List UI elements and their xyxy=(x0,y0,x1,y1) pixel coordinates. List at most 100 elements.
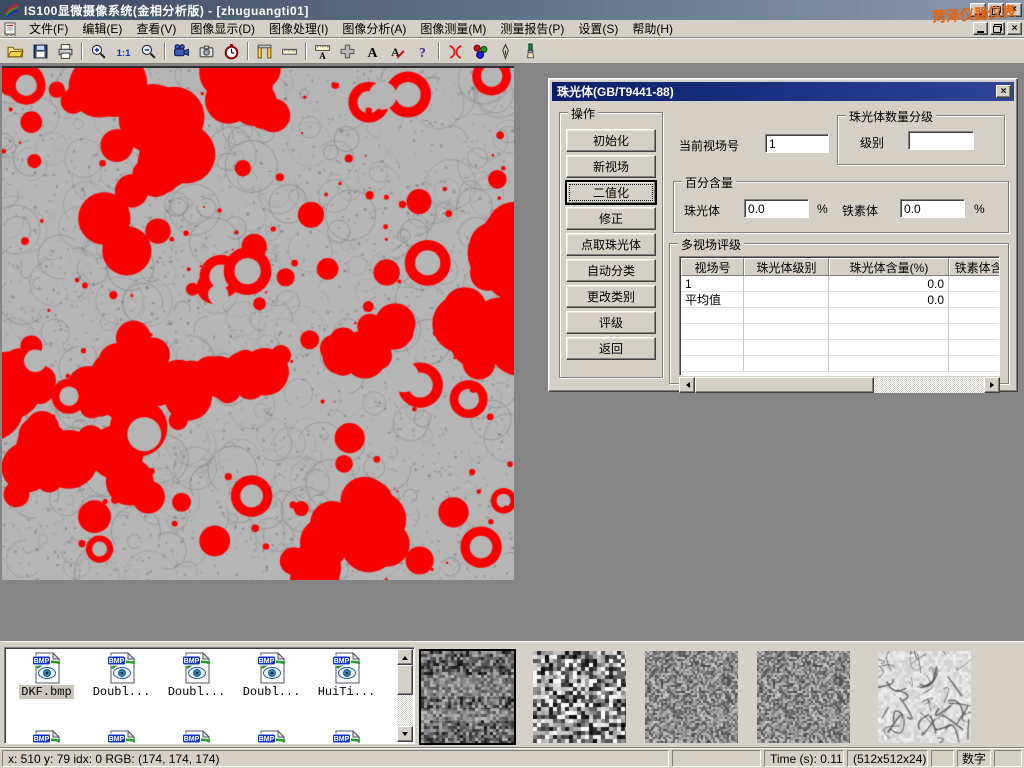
table-row[interactable]: 10.0 xyxy=(681,276,1000,292)
classify-balls-button[interactable] xyxy=(468,40,493,62)
svg-text:A: A xyxy=(319,50,326,59)
table-cell: 0.0 xyxy=(829,276,949,292)
document-icon[interactable] xyxy=(2,21,18,37)
op-button-8[interactable]: 评级 xyxy=(566,311,656,334)
menu-item-6[interactable]: 图像分析(A) xyxy=(335,21,413,37)
scrollbar-thumb[interactable] xyxy=(695,377,874,393)
file-item-4[interactable]: BMPDoubl... xyxy=(234,652,309,699)
op-button-3[interactable]: 二值化 xyxy=(566,181,656,204)
file-item-partial[interactable]: BMP xyxy=(309,730,384,744)
help-icon: ? xyxy=(414,43,431,60)
caliper-icon xyxy=(256,43,273,60)
scroll-up-button[interactable] xyxy=(397,649,413,665)
op-button-9[interactable]: 返回 xyxy=(566,337,656,360)
child-minimize-button[interactable] xyxy=(973,22,988,35)
timer-button[interactable] xyxy=(219,40,244,62)
scroll-right-button[interactable] xyxy=(984,377,1000,393)
close-button[interactable]: × xyxy=(1006,3,1022,17)
table-row[interactable] xyxy=(681,324,1000,340)
actual-size-button[interactable]: 1:1 xyxy=(111,40,136,62)
table-row[interactable] xyxy=(681,340,1000,356)
op-button-2[interactable]: 新视场 xyxy=(566,155,656,178)
pen-tool-button[interactable] xyxy=(493,40,518,62)
zoom-in-button[interactable] xyxy=(86,40,111,62)
menu-item-1[interactable]: 文件(F) xyxy=(22,21,75,37)
scrollbar-thumb[interactable] xyxy=(397,665,413,695)
curve-tool-button[interactable] xyxy=(443,40,468,62)
ruler-button[interactable] xyxy=(277,40,302,62)
operation-group-label: 操作 xyxy=(568,105,598,122)
op-button-5[interactable]: 点取珠光体 xyxy=(566,233,656,256)
metallographic-image[interactable] xyxy=(2,68,514,580)
preview-thumbnail-5[interactable] xyxy=(878,651,971,743)
multi-view-group: 多视场评级 视场号珠光体级别珠光体含量(%)铁素体含量(%)10.0平均值0.0 xyxy=(669,243,1009,384)
rating-table[interactable]: 视场号珠光体级别珠光体含量(%)铁素体含量(%)10.0平均值0.0 xyxy=(679,256,1000,376)
scroll-left-button[interactable] xyxy=(679,377,695,393)
preview-thumbnail-4[interactable] xyxy=(757,651,850,743)
file-browser: BMPDKF.bmpBMPDoubl...BMPDoubl...BMPDoubl… xyxy=(4,647,415,744)
menu-item-9[interactable]: 设置(S) xyxy=(571,21,625,37)
file-item-1[interactable]: BMPDKF.bmp xyxy=(9,652,84,699)
menu-item-4[interactable]: 图像显示(D) xyxy=(183,21,262,37)
calibration-icon: A xyxy=(314,43,331,60)
video-capture-button[interactable] xyxy=(169,40,194,62)
current-view-input[interactable] xyxy=(765,134,829,153)
brush-tool-button[interactable] xyxy=(518,40,543,62)
grid-cross-button[interactable] xyxy=(335,40,360,62)
dialog-title-bar[interactable]: 珠光体(GB/T9441-88) × xyxy=(552,82,1014,101)
grade-input[interactable] xyxy=(908,131,974,150)
file-item-partial[interactable]: BMP xyxy=(234,730,309,744)
menu-item-2[interactable]: 编辑(E) xyxy=(75,21,129,37)
preview-thumbnail-3[interactable] xyxy=(645,651,738,743)
snapshot-button[interactable] xyxy=(194,40,219,62)
dialog-close-button[interactable]: × xyxy=(996,85,1011,98)
pearlite-percent-input[interactable] xyxy=(744,199,809,218)
table-horizontal-scrollbar[interactable] xyxy=(679,377,1000,393)
table-row[interactable]: 平均值0.0 xyxy=(681,292,1000,308)
op-button-4[interactable]: 修正 xyxy=(566,207,656,230)
file-vertical-scrollbar[interactable] xyxy=(397,649,413,742)
preview-thumbnail-1[interactable] xyxy=(421,651,514,743)
menu-item-3[interactable]: 查看(V) xyxy=(129,21,183,37)
print-button[interactable] xyxy=(53,40,78,62)
open-file-button[interactable] xyxy=(3,40,28,62)
status-panel-empty xyxy=(672,750,761,767)
save-button[interactable] xyxy=(28,40,53,62)
text-edit-button[interactable]: A xyxy=(385,40,410,62)
help-button[interactable]: ? xyxy=(410,40,435,62)
title-bar: IS100显微摄像系统(金相分析版) - [zhuguangti01] × xyxy=(0,0,1024,20)
file-item-partial[interactable]: BMP xyxy=(159,730,234,744)
svg-text:?: ? xyxy=(419,44,426,59)
table-header-2: 珠光体级别 xyxy=(744,258,829,276)
text-label-button[interactable]: A xyxy=(360,40,385,62)
scroll-down-button[interactable] xyxy=(397,726,413,742)
table-cell xyxy=(829,308,949,324)
op-button-1[interactable]: 初始化 xyxy=(566,129,656,152)
file-item-2[interactable]: BMPDoubl... xyxy=(84,652,159,699)
child-close-button[interactable]: × xyxy=(1007,22,1022,35)
minimize-button[interactable] xyxy=(970,3,986,17)
ferrite-label: 铁素体 xyxy=(842,202,878,219)
menu-item-7[interactable]: 图像测量(M) xyxy=(413,21,493,37)
op-button-6[interactable]: 自动分类 xyxy=(566,259,656,282)
op-button-7[interactable]: 更改类别 xyxy=(566,285,656,308)
file-item-3[interactable]: BMPDoubl... xyxy=(159,652,234,699)
menu-item-8[interactable]: 测量报告(P) xyxy=(493,21,571,37)
open-file-icon xyxy=(7,43,24,60)
svg-text:BMP: BMP xyxy=(258,658,274,665)
menu-item-5[interactable]: 图像处理(I) xyxy=(262,21,335,37)
file-item-partial[interactable]: BMP xyxy=(84,730,159,744)
child-restore-button[interactable] xyxy=(990,22,1005,35)
multi-view-group-label: 多视场评级 xyxy=(678,236,744,253)
menu-item-10[interactable]: 帮助(H) xyxy=(625,21,680,37)
ferrite-percent-input[interactable] xyxy=(900,199,965,218)
table-row[interactable] xyxy=(681,308,1000,324)
zoom-out-button[interactable] xyxy=(136,40,161,62)
restore-button[interactable] xyxy=(988,3,1004,17)
file-item-5[interactable]: BMPHuiTi... xyxy=(309,652,384,699)
preview-thumbnail-2[interactable] xyxy=(533,651,626,743)
caliper-button[interactable] xyxy=(252,40,277,62)
table-row[interactable] xyxy=(681,356,1000,372)
calibration-button[interactable]: A xyxy=(310,40,335,62)
file-item-partial[interactable]: BMP xyxy=(9,730,84,744)
